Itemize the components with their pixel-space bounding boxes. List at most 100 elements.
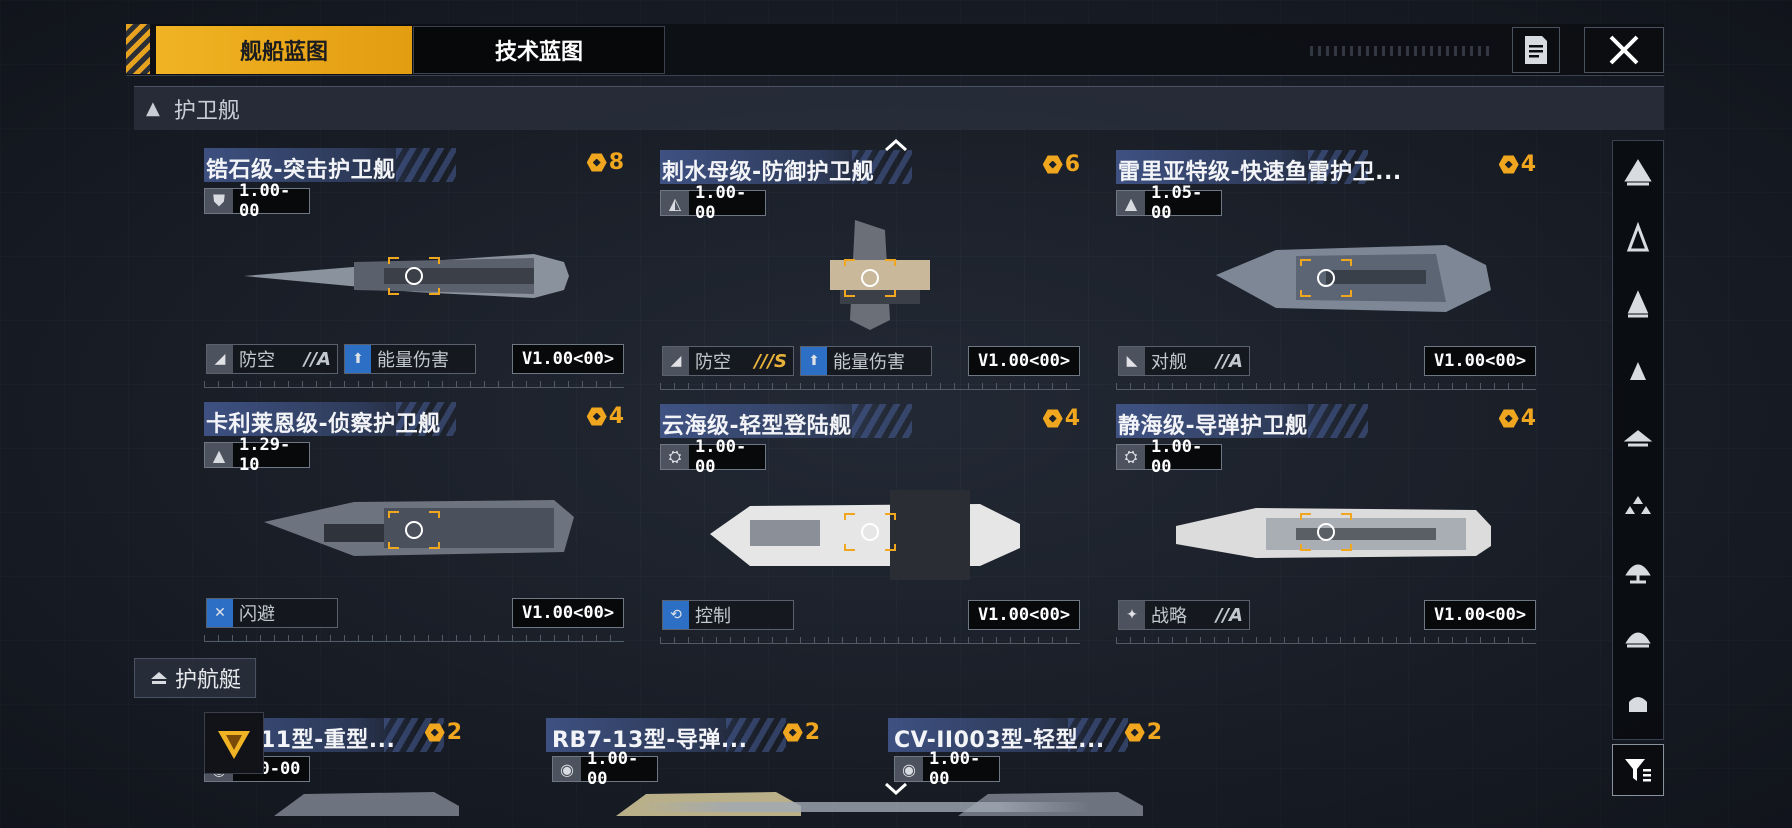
stat-value: 1.00-00: [689, 183, 765, 223]
filter-icon: [1625, 759, 1651, 782]
ship-cost: 4: [1042, 406, 1080, 431]
sidebar-filter-destroyer[interactable]: [1613, 215, 1663, 265]
document-button[interactable]: [1512, 27, 1560, 73]
torpedo-class-icon: ▲: [1117, 191, 1145, 215]
ship-name: 静海级-导弹护卫舰: [1118, 414, 1308, 439]
section-corvette-label: 护航艇: [174, 668, 241, 693]
cost-value: 4: [608, 404, 624, 429]
ship-name: 云海级-轻型登陆舰: [662, 414, 852, 439]
scroll-down-arrow[interactable]: [882, 780, 910, 798]
energy-damage-icon: ⬆: [801, 347, 827, 375]
commander-avatar[interactable]: [204, 712, 264, 774]
tab-tech-blueprint[interactable]: 技术蓝图: [413, 26, 665, 74]
stat-value: 1.00-00: [233, 181, 309, 221]
close-button[interactable]: [1584, 27, 1664, 73]
ship-silhouette: [1176, 508, 1491, 558]
cost-value: 4: [1520, 406, 1536, 431]
chevron-down-icon: [884, 782, 908, 796]
tag-label: 防空: [239, 350, 275, 371]
frigate-icon: [1630, 362, 1646, 380]
version-label: V1.00<00>: [968, 346, 1080, 376]
ship-stat: ◉ 1.00-00: [552, 749, 658, 789]
control-icon: ⟲: [663, 601, 689, 629]
evasion-icon: ✕: [207, 599, 233, 627]
ship-cost: 8: [586, 150, 624, 175]
corvette-class-icon: ◉: [553, 757, 581, 781]
sidebar-filter-cruiser[interactable]: [1613, 281, 1663, 331]
section-frigate-header[interactable]: ▲ 护卫舰: [134, 86, 1664, 130]
sidebar-filter-carrier[interactable]: [1613, 149, 1663, 199]
cost-hex-icon: [586, 153, 607, 172]
ship-cost: 4: [586, 404, 624, 429]
tag-label: 防空: [695, 352, 731, 373]
ship-stat: ◭ 1.00-00: [660, 183, 766, 223]
version-label: V1.00<00>: [968, 600, 1080, 630]
cruiser-icon: [1627, 290, 1649, 318]
cost-value: 2: [446, 720, 462, 745]
ship-image[interactable]: [690, 220, 1050, 330]
stat-value: 1.29-10: [233, 435, 309, 475]
cost-value: 4: [1064, 406, 1080, 431]
tag-label: 控制: [695, 606, 731, 627]
sidebar-filter-frigate[interactable]: [1613, 347, 1663, 397]
ship-tags: ✦ 战略 //A: [1118, 600, 1250, 630]
ship-silhouette: [274, 792, 459, 816]
ship-card[interactable]: 静海级-导弹护卫舰 4 ⛭ 1.00-00 ✦ 战略 //A V1.00<00>: [1116, 404, 1536, 644]
card-baseline: [1116, 380, 1536, 390]
ship-type-filter-sidebar: [1612, 140, 1664, 740]
energy-damage-icon: ⬆: [345, 345, 371, 373]
ship-image[interactable]: [1146, 474, 1506, 584]
ship-cost: 2: [424, 720, 462, 745]
ship-card[interactable]: 雷里亚特级-快速鱼雷护卫... 4 ▲ 1.05-00 ◣ 对舰 //A V1.…: [1116, 150, 1536, 390]
section-corvette-header[interactable]: 护航艇: [134, 658, 256, 698]
tab-ship-blueprint[interactable]: 舰船蓝图: [156, 26, 412, 74]
ship-tags: ◢ 防空 ///S ⬆ 能量伤害: [662, 346, 932, 376]
cost-value: 4: [1520, 152, 1536, 177]
ship-card[interactable]: 云海级-轻型登陆舰 4 ⛭ 1.00-00 ⟲ 控制 V1.00<00>: [660, 404, 1080, 644]
ship-tag: ◣ 对舰 //A: [1118, 346, 1250, 376]
ship-card[interactable]: 刺水母级-防御护卫舰 6 ◭ 1.00-00 ◢ 防空 ///S ⬆ 能量伤害 …: [660, 150, 1080, 390]
sidebar-filter-auxiliary[interactable]: [1613, 545, 1663, 595]
horizontal-scrollbar[interactable]: [640, 802, 1090, 812]
corvette-icon: [1623, 430, 1653, 447]
ship-tags: ◢ 防空 //A ⬆ 能量伤害: [206, 344, 476, 374]
tag-label: 能量伤害: [833, 352, 905, 373]
card-baseline: [204, 632, 624, 642]
ship-cost: 4: [1498, 152, 1536, 177]
stat-value: 1.05-00: [1145, 183, 1221, 223]
corvette-icon: [150, 672, 167, 684]
cost-value: 2: [1146, 720, 1162, 745]
version-label: V1.00<00>: [512, 344, 624, 374]
filter-button[interactable]: [1612, 744, 1664, 796]
ship-card[interactable]: 锆石级-突击护卫舰 8 ⛊ 1.00-00 ◢ 防空 //A ⬆ 能量伤害 V1…: [204, 148, 624, 388]
version-label: V1.00<00>: [512, 598, 624, 628]
ship-tags: ◣ 对舰 //A: [1118, 346, 1250, 376]
ship-silhouette: [710, 490, 1020, 580]
ship-card[interactable]: 卡利莱恩级-侦察护卫舰 4 ▲ 1.29-10 ✕ 闪避 V1.00<00>: [204, 402, 624, 642]
sidebar-filter-battleship[interactable]: [1613, 611, 1663, 661]
destroyer-icon: [1626, 221, 1650, 252]
ship-image[interactable]: [690, 474, 1050, 584]
tag-label: 对舰: [1151, 352, 1187, 373]
sidebar-filter-fighter[interactable]: [1613, 479, 1663, 529]
station-icon: [1629, 697, 1647, 712]
sidebar-filter-station[interactable]: [1613, 677, 1663, 727]
ship-image[interactable]: [234, 472, 594, 582]
ship-name: 刺水母级-防御护卫舰: [662, 160, 875, 185]
ship-image[interactable]: [1146, 220, 1506, 330]
fighter-icon: [1625, 496, 1651, 514]
ship-name: 卡利莱恩级-侦察护卫舰: [206, 412, 441, 437]
ship-silhouette: [1216, 245, 1491, 312]
card-baseline: [204, 378, 624, 388]
version-label: V1.00<00>: [1424, 600, 1536, 630]
stat-value: 1.00-00: [923, 749, 999, 789]
stat-value: 1.00-00: [581, 749, 657, 789]
ship-tag: ⟲ 控制: [662, 600, 794, 630]
stat-value: 1.00-00: [689, 437, 765, 477]
corvette-class-icon: ◉: [895, 757, 923, 781]
ship-image[interactable]: [234, 218, 594, 328]
stat-value: 1.00-00: [1145, 437, 1221, 477]
ship-tag: ◢ 防空 ///S: [662, 346, 794, 376]
ship-tag: ⬆ 能量伤害: [800, 346, 932, 376]
sidebar-filter-corvette[interactable]: [1613, 413, 1663, 463]
